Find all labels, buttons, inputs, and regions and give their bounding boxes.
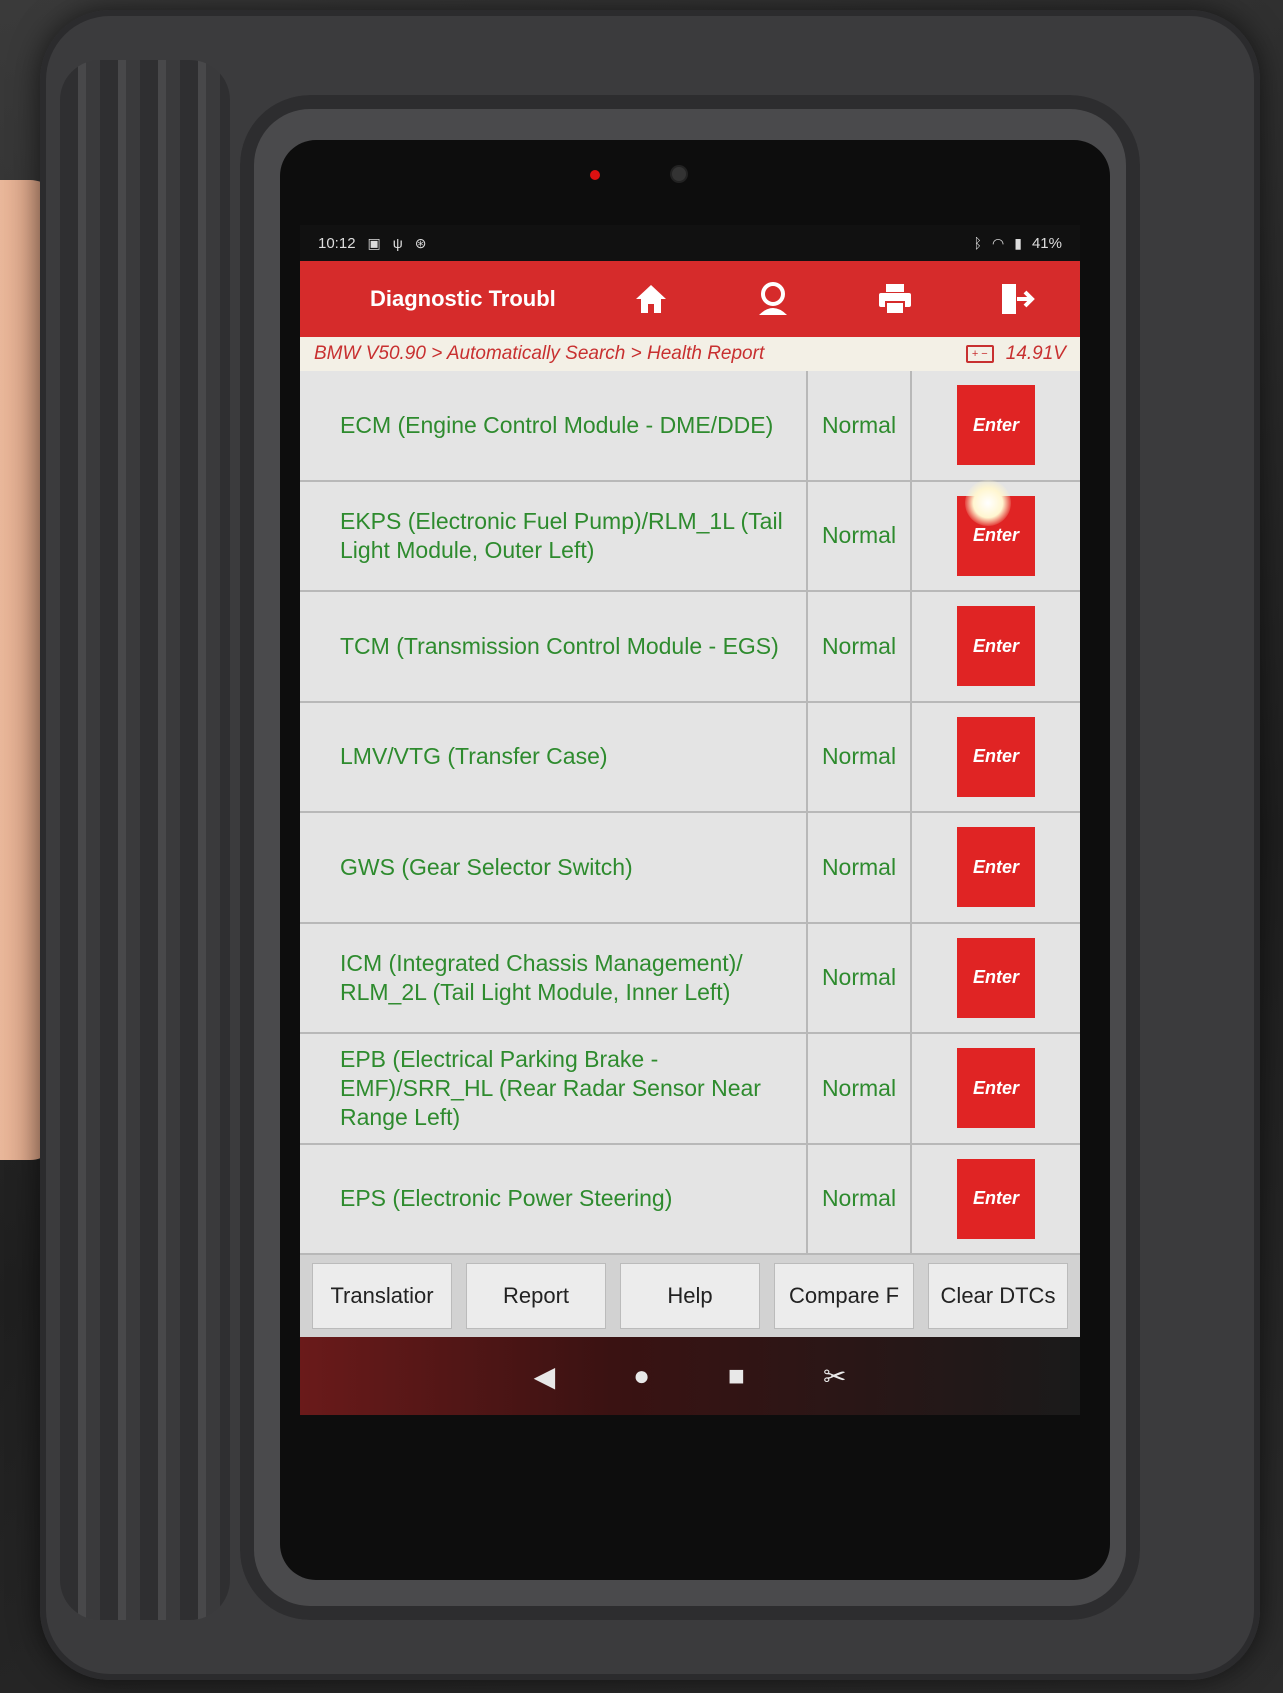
usb-icon: ψ	[392, 235, 403, 251]
table-row: EPB (Electrical Parking Brake - EMF)/SRR…	[300, 1034, 1080, 1145]
report-button[interactable]: Report	[466, 1263, 606, 1329]
device-grip	[60, 60, 230, 1620]
voltage-readout: + − 14.91V	[965, 343, 1066, 365]
app-screen: 10:12 ▣ ψ ⊛ ᛒ ◠ ▮ 41% Diagnostic Troubl	[300, 225, 1080, 1415]
print-icon	[879, 284, 911, 315]
help-button[interactable]: Help	[620, 1263, 760, 1329]
exit-button[interactable]	[956, 261, 1078, 337]
enter-button[interactable]: Enter	[957, 1158, 1035, 1239]
enter-button[interactable]: Enter	[957, 827, 1035, 908]
enter-button[interactable]: Enter	[957, 1048, 1035, 1129]
clear-dtcs-button[interactable]: Clear DTCs	[928, 1263, 1068, 1329]
module-status: Normal	[808, 813, 912, 922]
module-status: Normal	[808, 923, 912, 1032]
home-icon	[636, 285, 666, 313]
page-title: Diagnostic Troubl	[370, 286, 556, 311]
user-button[interactable]	[712, 261, 834, 337]
exit-icon	[1002, 284, 1035, 314]
table-row: ICM (Integrated Chassis Management)/ RLM…	[300, 923, 1080, 1034]
module-status: Normal	[808, 702, 912, 811]
print-button[interactable]	[834, 261, 956, 337]
enter-button[interactable]: Enter	[957, 606, 1035, 687]
back-icon[interactable]: ◀	[534, 1360, 556, 1393]
table-row: EPS (Electronic Power Steering) Normal E…	[300, 1144, 1080, 1255]
home-nav-icon[interactable]: ●	[633, 1360, 650, 1392]
table-row: TCM (Transmission Control Module - EGS) …	[300, 592, 1080, 703]
battery-icon: ▮	[1014, 234, 1022, 251]
module-name: TCM (Transmission Control Module - EGS)	[300, 592, 808, 701]
wifi-icon: ◠	[992, 234, 1005, 251]
android-nav-bar: ◀ ● ■ ✂	[300, 1337, 1080, 1415]
module-name: ICM (Integrated Chassis Management)/ RLM…	[300, 923, 808, 1032]
light-glare	[965, 480, 1011, 526]
car-battery-icon: + −	[965, 345, 994, 363]
bluetooth-icon: ᛒ	[973, 235, 983, 251]
module-name: EKPS (Electronic Fuel Pump)/RLM_1L (Tail…	[300, 481, 808, 590]
module-name: LMV/VTG (Transfer Case)	[300, 702, 808, 811]
indicator-led	[590, 170, 600, 180]
module-status: Normal	[808, 592, 912, 701]
title-bar: Diagnostic Troubl	[300, 261, 1080, 337]
camera-lens-icon	[672, 167, 686, 181]
battery-level: 41%	[1031, 234, 1062, 252]
enter-button[interactable]: Enter	[957, 937, 1035, 1018]
enter-button[interactable]: Enter	[957, 385, 1035, 466]
table-row: ECM (Engine Control Module - DME/DDE) No…	[300, 371, 1080, 482]
module-status: Normal	[808, 1034, 912, 1143]
settings-icon: ⊛	[414, 234, 427, 251]
table-row: EKPS (Electronic Fuel Pump)/RLM_1L (Tail…	[300, 481, 1080, 592]
compare-button[interactable]: Compare F	[774, 1263, 914, 1329]
module-table: ECM (Engine Control Module - DME/DDE) No…	[300, 371, 1080, 1255]
screenshot-icon[interactable]: ✂	[823, 1360, 846, 1393]
home-button[interactable]	[590, 261, 712, 337]
module-status: Normal	[808, 371, 912, 480]
status-time: 10:12	[318, 234, 356, 252]
recents-icon[interactable]: ■	[728, 1360, 745, 1392]
bottom-toolbar: Translatior Report Help Compare F Clear …	[300, 1255, 1080, 1337]
voltage-value: 14.91V	[1005, 343, 1066, 364]
module-name: ECM (Engine Control Module - DME/DDE)	[300, 371, 808, 480]
status-bar: 10:12 ▣ ψ ⊛ ᛒ ◠ ▮ 41%	[300, 225, 1080, 261]
table-row: GWS (Gear Selector Switch) Normal Enter	[300, 813, 1080, 924]
module-name: EPS (Electronic Power Steering)	[300, 1144, 808, 1253]
module-name: EPB (Electrical Parking Brake - EMF)/SRR…	[300, 1034, 808, 1143]
enter-button[interactable]: Enter	[957, 716, 1035, 797]
module-name: GWS (Gear Selector Switch)	[300, 813, 808, 922]
translation-button[interactable]: Translatior	[312, 1263, 452, 1329]
calendar-icon: ▣	[367, 234, 381, 251]
module-status: Normal	[808, 1144, 912, 1253]
table-row: LMV/VTG (Transfer Case) Normal Enter	[300, 702, 1080, 813]
module-status: Normal	[808, 481, 912, 590]
breadcrumb-bar: BMW V50.90 > Automatically Search > Heal…	[300, 337, 1080, 371]
user-icon	[759, 282, 787, 315]
breadcrumb: BMW V50.90 > Automatically Search > Heal…	[314, 343, 765, 364]
